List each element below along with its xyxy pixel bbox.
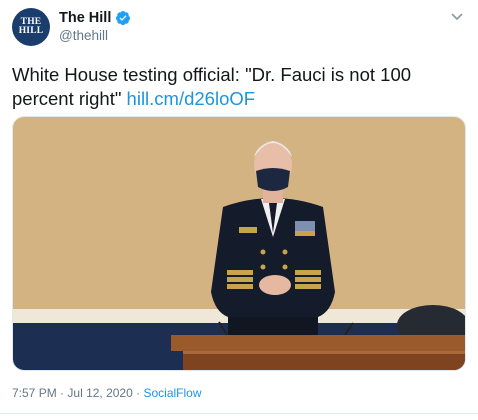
meta-separator-2: · [136,386,141,400]
tweet-text: White House testing official: "Dr. Fauci… [12,63,467,111]
author-name-row: The Hill [59,10,131,26]
tweet-card[interactable]: THE HILL The Hill @thehill White House t… [0,0,478,420]
tweet-date[interactable]: Jul 12, 2020 [67,386,132,400]
tweet-source-link[interactable]: SocialFlow [143,386,201,400]
verified-badge-icon [115,10,131,26]
tweet-photo[interactable] [12,116,466,371]
tweet-meta: 7:57 PM · Jul 12, 2020 · SocialFlow [12,386,202,400]
tweet-time[interactable]: 7:57 PM [12,386,57,400]
tweet-link[interactable]: hill.cm/d26loOF [127,88,256,109]
author-block: The Hill @thehill [59,10,131,43]
display-name[interactable]: The Hill [59,10,111,26]
avatar-text-line-2: HILL [18,26,44,36]
photo-illustration [13,117,465,370]
avatar[interactable]: THE HILL [12,8,50,46]
chevron-down-icon[interactable] [450,10,464,24]
meta-separator: · [60,386,65,400]
user-handle[interactable]: @thehill [59,28,131,43]
divider [0,413,478,414]
